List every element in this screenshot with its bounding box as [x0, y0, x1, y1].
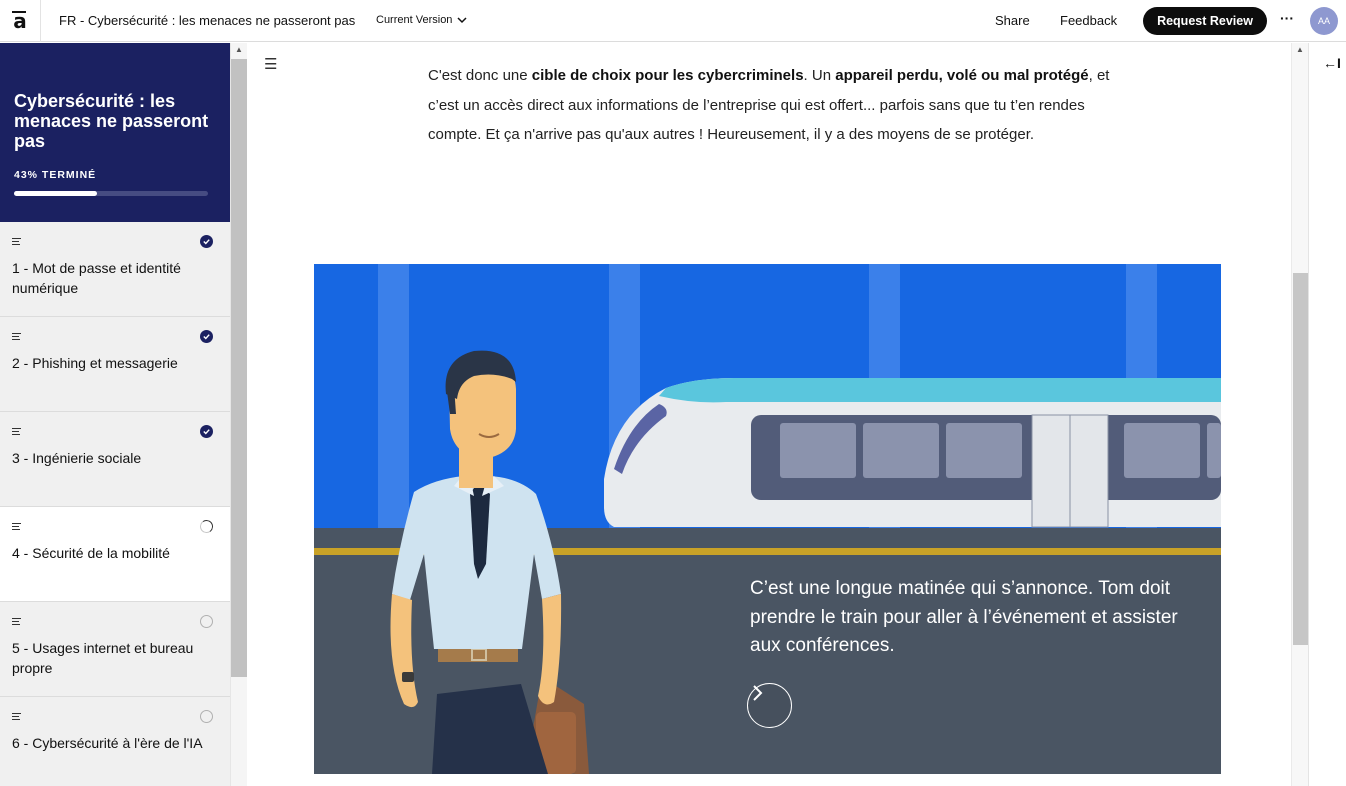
lesson-label: 6 - Cybersécurité à l'ère de l'IA: [12, 735, 203, 751]
lesson-item-5[interactable]: 5 - Usages internet et bureau propre: [0, 602, 230, 697]
lesson-text-icon: [12, 713, 21, 720]
lesson-item-1[interactable]: 1 - Mot de passe et identité numérique: [0, 222, 230, 317]
course-sidebar: Cybersécurité : les menaces ne passeront…: [0, 43, 230, 786]
lesson-item-2[interactable]: 2 - Phishing et messagerie: [0, 317, 230, 412]
lesson-paragraph: C'est donc une cible de choix pour les c…: [428, 67, 1110, 143]
right-panel: ←I: [1308, 43, 1346, 786]
empty-circle-icon: [200, 710, 213, 723]
course-title: FR - Cybersécurité : les menaces ne pass…: [59, 13, 356, 28]
lesson-label: 1 - Mot de passe et identité numérique: [12, 260, 181, 296]
emphasis-text: cible de choix pour les cybercriminels: [531, 67, 804, 84]
lesson-label: 2 - Phishing et messagerie: [12, 355, 178, 371]
next-slide-button[interactable]: [747, 683, 792, 728]
lesson-text-icon: [12, 238, 21, 245]
progress-bar-fill: [14, 191, 98, 196]
scroll-up-arrow-icon[interactable]: ▲: [1296, 45, 1304, 54]
lesson-text-icon: [12, 523, 21, 530]
lesson-label: 5 - Usages internet et bureau propre: [12, 640, 194, 676]
in-progress-icon: [198, 518, 215, 535]
progress-label: 43% TERMINÉ: [14, 169, 97, 181]
lesson-item-6[interactable]: 6 - Cybersécurité à l'ère de l'IA: [0, 697, 230, 786]
lesson-text-icon: [12, 428, 21, 435]
scroll-up-arrow-icon[interactable]: ▲: [235, 45, 243, 54]
check-circle-icon: [200, 235, 213, 248]
lesson-text-icon: [12, 333, 21, 340]
chevron-down-icon: [457, 17, 467, 24]
scenario-caption: C’est une longue matinée qui s’annonce. …: [750, 578, 1178, 656]
more-options-icon[interactable]: ···: [1280, 10, 1294, 26]
version-label: Current Version: [376, 14, 453, 26]
version-dropdown[interactable]: Current Version: [376, 14, 468, 26]
lesson-item-4[interactable]: 4 - Sécurité de la mobilité: [0, 507, 230, 602]
menu-icon[interactable]: ☰: [264, 55, 277, 73]
lesson-text-icon: [12, 618, 21, 625]
lesson-label: 4 - Sécurité de la mobilité: [12, 545, 170, 561]
lesson-label: 3 - Ingénierie sociale: [12, 450, 142, 466]
check-circle-icon: [200, 330, 213, 343]
empty-circle-icon: [200, 615, 213, 628]
sidebar-scrollbar[interactable]: ▲: [230, 43, 247, 786]
progress-bar: [14, 191, 208, 196]
emphasis-text: appareil perdu, volé ou mal protégé: [835, 67, 1089, 84]
check-circle-icon: [200, 425, 213, 438]
lesson-content: ☰ C'est donc une cible de choix pour les…: [248, 43, 1291, 786]
share-button[interactable]: Share: [995, 13, 1030, 28]
collapse-panel-icon[interactable]: ←I: [1323, 55, 1341, 71]
sidebar-header: Cybersécurité : les menaces ne passeront…: [0, 43, 230, 222]
sidebar-course-title: Cybersécurité : les menaces ne passeront…: [14, 91, 209, 151]
sidebar-scroll-thumb[interactable]: [231, 59, 247, 677]
feedback-button[interactable]: Feedback: [1060, 13, 1117, 28]
request-review-button[interactable]: Request Review: [1143, 7, 1267, 35]
chevron-right-icon: [753, 685, 763, 701]
top-bar: a FR - Cybersécurité : les menaces ne pa…: [0, 0, 1346, 42]
avatar[interactable]: AA: [1310, 7, 1338, 35]
content-scrollbar[interactable]: ▲: [1291, 43, 1308, 786]
lesson-item-3[interactable]: 3 - Ingénierie sociale: [0, 412, 230, 507]
lesson-list: 1 - Mot de passe et identité numérique 2…: [0, 222, 230, 786]
content-scroll-thumb[interactable]: [1293, 273, 1308, 645]
scenario-illustration: C’est une longue matinée qui s’annonce. …: [314, 264, 1221, 774]
app-logo[interactable]: a: [0, 0, 41, 42]
